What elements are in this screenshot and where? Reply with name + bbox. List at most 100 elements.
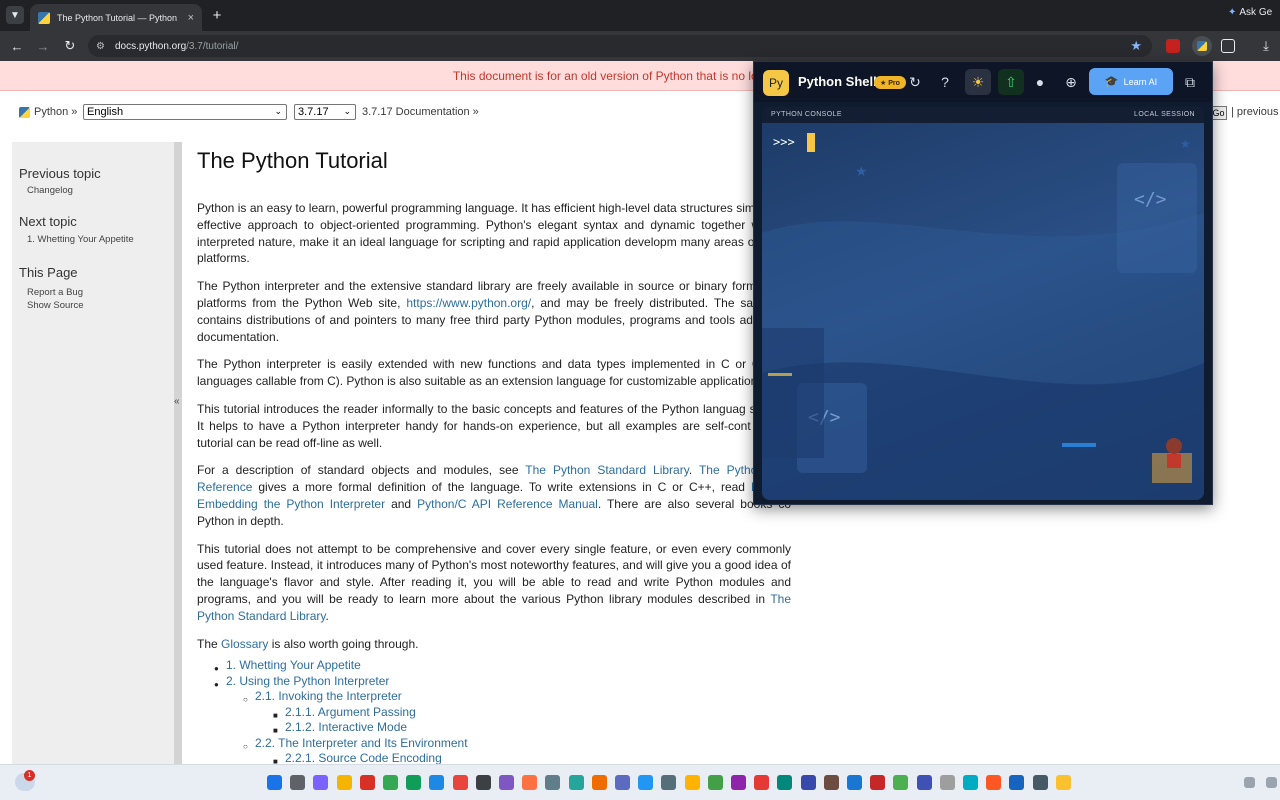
taskbar-app-icon[interactable] (290, 775, 305, 790)
paragraph-text: . (688, 463, 699, 478)
taskbar-app-icon[interactable] (986, 775, 1001, 790)
download-button[interactable]: ⤓ (1258, 38, 1274, 54)
previous-link[interactable]: | previous (1231, 106, 1279, 118)
user-icon: ● (1035, 74, 1045, 90)
taskbar-app-icon[interactable] (429, 775, 444, 790)
browser-toolbar: ← → ↻ ⚙ docs.python.org/3.7/tutorial/ ★ … (0, 31, 1280, 61)
taskbar-app-icon[interactable] (406, 775, 421, 790)
tab-search-button[interactable]: ▼ (6, 6, 24, 24)
ask-gemini-button[interactable]: ✦ Ask Ge (1228, 7, 1272, 18)
taskbar-app-icon[interactable] (638, 775, 653, 790)
learn-ai-button[interactable]: 🎓 Learn AI (1089, 68, 1173, 95)
taskbar-app-icon[interactable] (360, 775, 375, 790)
breadcrumb-python[interactable]: Python » (34, 106, 77, 118)
glossary-link[interactable]: Glossary (221, 637, 268, 651)
toc-bullet: ● (214, 679, 219, 689)
standard-library-link[interactable]: The Python Standard Library (525, 463, 689, 477)
taskbar-app-icon[interactable] (545, 775, 560, 790)
taskbar-app-icon[interactable] (777, 775, 792, 790)
taskbar-app-icon[interactable] (615, 775, 630, 790)
report-bug-link[interactable]: Report a Bug (27, 287, 83, 298)
toc-item[interactable]: 2.1. Invoking the Interpreter (255, 689, 402, 705)
taskbar-app-icon[interactable] (801, 775, 816, 790)
python-console[interactable]: PYTHON CONSOLE LOCAL SESSION >>> </> </>… (762, 107, 1204, 500)
back-button[interactable]: ← (9, 38, 25, 54)
paragraph-scope: This tutorial does not attempt to be com… (197, 541, 791, 625)
tab-title: The Python Tutorial — Python (57, 12, 178, 23)
console-label: PYTHON CONSOLE (771, 111, 842, 118)
python-logo-icon (1197, 41, 1207, 51)
taskbar-app-icon[interactable] (685, 775, 700, 790)
taskbar-app-icon[interactable] (313, 775, 328, 790)
toc-item[interactable]: 2.2. The Interpreter and Its Environment (255, 736, 468, 752)
c-api-link[interactable]: Python/C API Reference Manual (417, 497, 598, 511)
next-topic-link[interactable]: 1. Whetting Your Appetite (27, 234, 134, 245)
paragraph-text: For a description of standard objects an… (197, 463, 526, 478)
taskbar-app-icon[interactable] (569, 775, 584, 790)
tab-close-icon[interactable]: × (188, 12, 194, 24)
taskbar-app-icon[interactable] (847, 775, 862, 790)
paragraph-intro: Python is an easy to learn, powerful pro… (197, 201, 791, 266)
site-info-icon[interactable]: ⚙ (96, 41, 105, 52)
address-bar[interactable]: ⚙ docs.python.org/3.7/tutorial/ ★ (88, 35, 1152, 57)
taskbar-app-icon[interactable] (453, 775, 468, 790)
taskbar-app-icon[interactable] (893, 775, 908, 790)
download-icon: ⤓ (1263, 38, 1269, 53)
shell-header: Py Python Shell ★ Pro ↻ ? ☀ ⇧ ● ⊕ 🎓 Learn… (754, 62, 1212, 102)
taskbar-app-icon[interactable] (661, 775, 676, 790)
taskbar-app-icon[interactable] (592, 775, 607, 790)
theme-toggle-button[interactable]: ☀ (965, 69, 991, 95)
taskbar-app-icon[interactable] (337, 775, 352, 790)
taskbar-app-icon[interactable] (1033, 775, 1048, 790)
taskbar-app-icon[interactable] (731, 775, 746, 790)
taskbar-app-icon[interactable] (1009, 775, 1024, 790)
ask-gemini-label: Ask Ge (1239, 7, 1273, 18)
taskbar-app-icon[interactable] (708, 775, 723, 790)
extensions-puzzle-icon[interactable] (1221, 39, 1235, 53)
open-external-button[interactable]: ⧉ (1179, 71, 1201, 93)
language-select[interactable]: English ⌄ (83, 104, 287, 120)
forward-button[interactable]: → (35, 38, 51, 54)
language-button[interactable]: ⊕ (1060, 71, 1082, 93)
active-tab[interactable]: The Python Tutorial — Python × (30, 4, 202, 31)
toc-item[interactable]: 2.1.1. Argument Passing (285, 705, 416, 721)
taskbar-app-icon[interactable] (383, 775, 398, 790)
taskbar-app-icon[interactable] (870, 775, 885, 790)
taskbar-app-icon[interactable] (917, 775, 932, 790)
toc-item[interactable]: 1. Whetting Your Appetite (226, 658, 361, 674)
taskbar-app-icon[interactable] (824, 775, 839, 790)
svg-text:★: ★ (1180, 137, 1191, 151)
help-icon: ? (941, 74, 949, 90)
taskbar-app-icon[interactable] (267, 775, 282, 790)
chevron-up-icon[interactable] (1244, 777, 1255, 788)
network-icon[interactable] (1266, 777, 1277, 788)
toc-item[interactable]: 2. Using the Python Interpreter (226, 674, 389, 690)
previous-topic-link[interactable]: Changelog (27, 185, 73, 196)
taskbar-app-icon[interactable] (499, 775, 514, 790)
paragraph-glossary: The Glossary is also worth going through… (197, 636, 791, 653)
help-button[interactable]: ? (934, 71, 956, 93)
toc-bullet: ○ (243, 695, 248, 704)
toc-item[interactable]: 2.1.2. Interactive Mode (285, 720, 407, 736)
bookmark-star-icon[interactable]: ★ (1130, 38, 1142, 54)
taskbar-app-icon[interactable] (963, 775, 978, 790)
reload-button[interactable]: ↻ (62, 38, 78, 54)
toc-bullet: ■ (273, 710, 278, 720)
extension-red-icon[interactable] (1166, 39, 1180, 53)
breadcrumb-documentation[interactable]: 3.7.17 Documentation » (362, 106, 479, 118)
python-extension-icon[interactable] (1192, 36, 1212, 56)
sidebar-collapse-button[interactable]: « (174, 142, 182, 764)
taskbar-app-icon[interactable] (940, 775, 955, 790)
taskbar-app-icon[interactable] (522, 775, 537, 790)
new-tab-button[interactable]: + (208, 6, 226, 24)
version-select[interactable]: 3.7.17 ⌄ (294, 104, 356, 120)
taskbar-app-icon[interactable] (1056, 775, 1071, 790)
show-source-link[interactable]: Show Source (27, 300, 84, 311)
taskbar-app-icon[interactable] (476, 775, 491, 790)
upload-button[interactable]: ⇧ (998, 69, 1024, 95)
restart-button[interactable]: ↻ (904, 71, 926, 93)
python-org-link[interactable]: https://www.python.org/ (406, 296, 531, 310)
taskbar-app-icon[interactable] (754, 775, 769, 790)
account-button[interactable]: ● (1029, 71, 1051, 93)
pro-badge: ★ Pro (874, 76, 906, 89)
